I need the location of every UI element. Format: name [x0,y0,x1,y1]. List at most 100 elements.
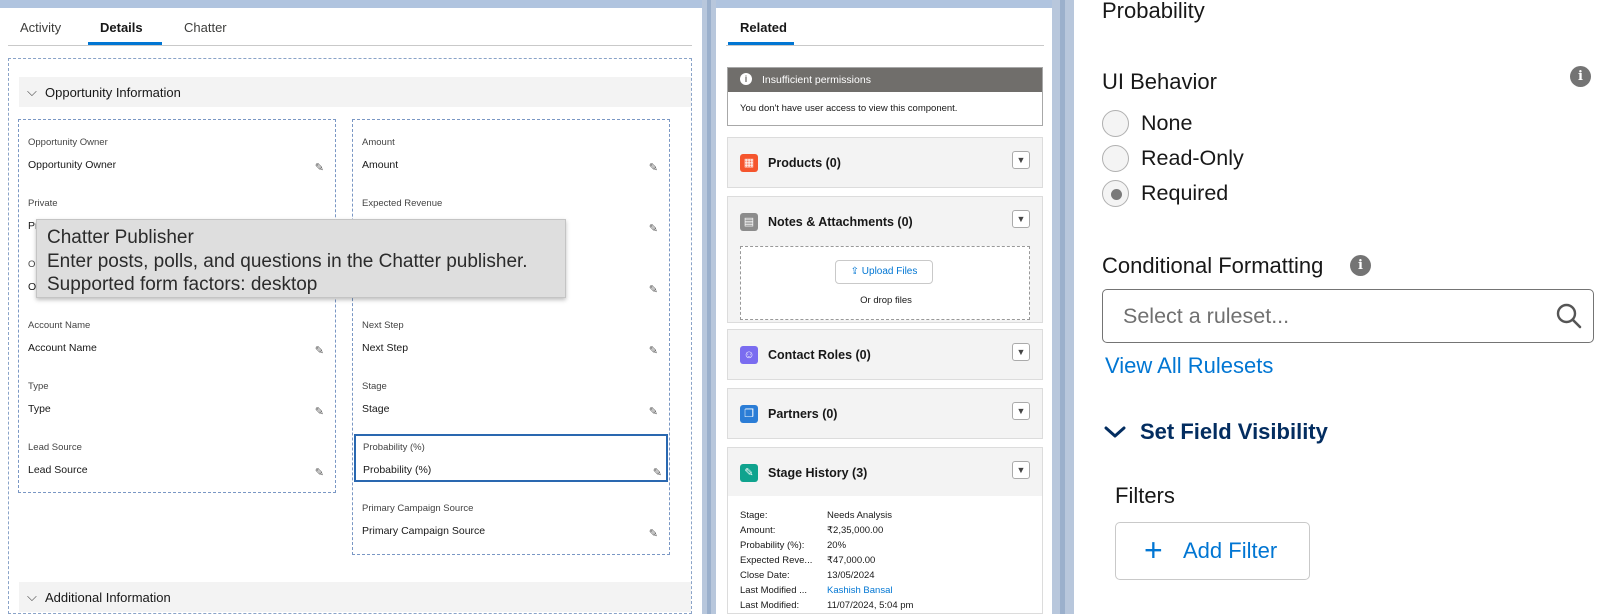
field-next-step[interactable]: Next Step Next Step ✎ [362,320,662,376]
field-value: Account Name [28,342,97,354]
tab-details[interactable]: Details [100,20,143,35]
user-link[interactable]: Kashish Bansal [827,585,892,596]
field-primary-campaign-source[interactable]: Primary Campaign Source Primary Campaign… [362,503,662,559]
field-value: Lead Source [28,464,88,476]
field-title: Probability [1102,0,1205,23]
filters-label: Filters [1115,483,1175,508]
radio-button[interactable] [1102,110,1129,137]
related-list-stage-history[interactable]: ✎ Stage History (3) ▼ [727,447,1043,498]
chatter-publisher-tooltip: Chatter Publisher Enter posts, polls, an… [36,219,566,298]
alert-header: i Insufficient permissions [728,68,1042,92]
pencil-icon[interactable]: ✎ [315,466,324,479]
upload-files-button[interactable]: ⇪ Upload Files [835,260,933,284]
search-icon[interactable] [1555,302,1583,330]
set-field-visibility-label: Set Field Visibility [1140,419,1328,444]
field-value: Amount [362,159,399,171]
field-lead-source[interactable]: Lead Source Lead Source ✎ [28,442,328,498]
drop-files-text: Or drop files [860,295,912,306]
field-value: Stage [362,403,390,415]
chevron-down-icon[interactable]: ▼ [1012,343,1030,361]
related-list-products[interactable]: ▦ Products (0) ▼ [727,137,1043,188]
ruleset-search-input[interactable] [1123,302,1543,330]
row-key: Amount: [740,525,776,536]
row-value: ₹47,000.00 [827,555,876,566]
field-opportunity-owner[interactable]: Opportunity Owner Opportunity Owner ✎ [28,137,328,193]
field-value: Opportunity Owner [28,159,117,171]
chevron-down-icon[interactable]: ▼ [1012,461,1030,479]
related-list-title[interactable]: Partners (0) [768,407,837,421]
stage-history-icon: ✎ [740,464,758,482]
field-value: Probability (%) [363,464,432,476]
view-all-rulesets-link[interactable]: View All Rulesets [1105,353,1273,379]
related-list-partners[interactable]: ❐ Partners (0) ▼ [727,388,1043,439]
active-tab-indicator [728,42,794,45]
upload-files-label: Upload Files [861,266,918,277]
related-list-title[interactable]: Contact Roles (0) [768,348,871,362]
top-strip [716,0,1052,8]
pencil-icon[interactable]: ✎ [649,405,658,418]
right-field-column: Amount Amount ✎ Expected Revenue ✎ ✎ Nex… [352,119,670,555]
radio-label: Required [1141,181,1229,205]
field-label: Probability (%) [363,442,425,453]
tooltip-form-factors: Supported form factors: desktop [47,274,318,295]
related-list-title[interactable]: Stage History (3) [768,466,867,480]
field-amount[interactable]: Amount Amount ✎ [362,137,662,193]
pencil-icon[interactable]: ✎ [315,161,324,174]
info-icon[interactable]: i [1570,66,1591,87]
add-filter-button[interactable]: + Add Filter [1115,522,1310,580]
active-tab-indicator [88,42,162,45]
chevron-down-icon[interactable]: ▼ [1012,151,1030,169]
related-list-contact-roles[interactable]: ☺ Contact Roles (0) ▼ [727,329,1043,380]
related-list-title[interactable]: Products (0) [768,156,841,170]
ruleset-search[interactable] [1102,289,1594,343]
section-additional-information[interactable]: ⌵ Additional Information [19,582,691,612]
row-value: Needs Analysis [827,510,892,521]
row-value: 20% [827,540,847,551]
chevron-down-icon[interactable]: ▼ [1012,402,1030,420]
field-value: Primary Campaign Source [362,525,486,537]
tab-chatter[interactable]: Chatter [184,20,227,35]
tooltip-title: Chatter Publisher [47,227,194,248]
field-probability[interactable]: Probability (%) Probability (%) ✎ [354,434,668,482]
pencil-icon[interactable]: ✎ [649,222,658,235]
set-field-visibility-toggle[interactable]: Set Field Visibility [1104,419,1328,445]
pencil-icon[interactable]: ✎ [315,344,324,357]
row-key: Close Date: [740,570,790,581]
radio-button[interactable] [1102,180,1129,207]
contact-roles-icon: ☺ [740,346,758,364]
pencil-icon[interactable]: ✎ [649,161,658,174]
field-label: Account Name [28,320,91,331]
section-opportunity-information[interactable]: ⌵ Opportunity Information [19,77,691,107]
pencil-icon[interactable]: ✎ [653,466,662,479]
field-type[interactable]: Type Type ✎ [28,381,328,437]
row-key: Stage: [740,510,768,521]
row-value: ₹2,35,000.00 [827,525,884,536]
field-label: Next Step [362,320,404,331]
add-filter-label: Add Filter [1183,538,1278,563]
radio-label: Read-Only [1141,146,1244,170]
ui-behavior-label: UI Behavior [1102,69,1217,94]
tab-activity[interactable]: Activity [20,20,61,35]
field-label: Type [28,381,49,392]
radio-button[interactable] [1102,145,1129,172]
pencil-icon[interactable]: ✎ [649,344,658,357]
tab-related[interactable]: Related [740,20,787,35]
chevron-down-icon: ⌵ [27,84,37,99]
pencil-icon[interactable]: ✎ [649,283,658,296]
file-drop-zone[interactable]: ⇪ Upload Files Or drop files [740,246,1030,320]
radio-label: None [1141,111,1193,135]
field-label: Stage [362,381,387,392]
field-label: Private [28,198,58,209]
field-account-name[interactable]: Account Name Account Name ✎ [28,320,328,376]
row-key: Last Modified ... [740,585,808,596]
details-component: ⌵ Opportunity Information Opportunity Ow… [8,58,692,614]
plus-icon: + [1144,532,1163,568]
upload-icon: ⇪ [850,266,859,277]
pencil-icon[interactable]: ✎ [649,527,658,540]
related-list-title[interactable]: Notes & Attachments (0) [768,215,913,229]
chevron-down-icon[interactable]: ▼ [1012,210,1030,228]
field-stage[interactable]: Stage Stage ✎ [362,381,662,437]
info-icon[interactable]: i [1350,255,1371,276]
pencil-icon[interactable]: ✎ [315,405,324,418]
field-value: Type [28,403,51,415]
